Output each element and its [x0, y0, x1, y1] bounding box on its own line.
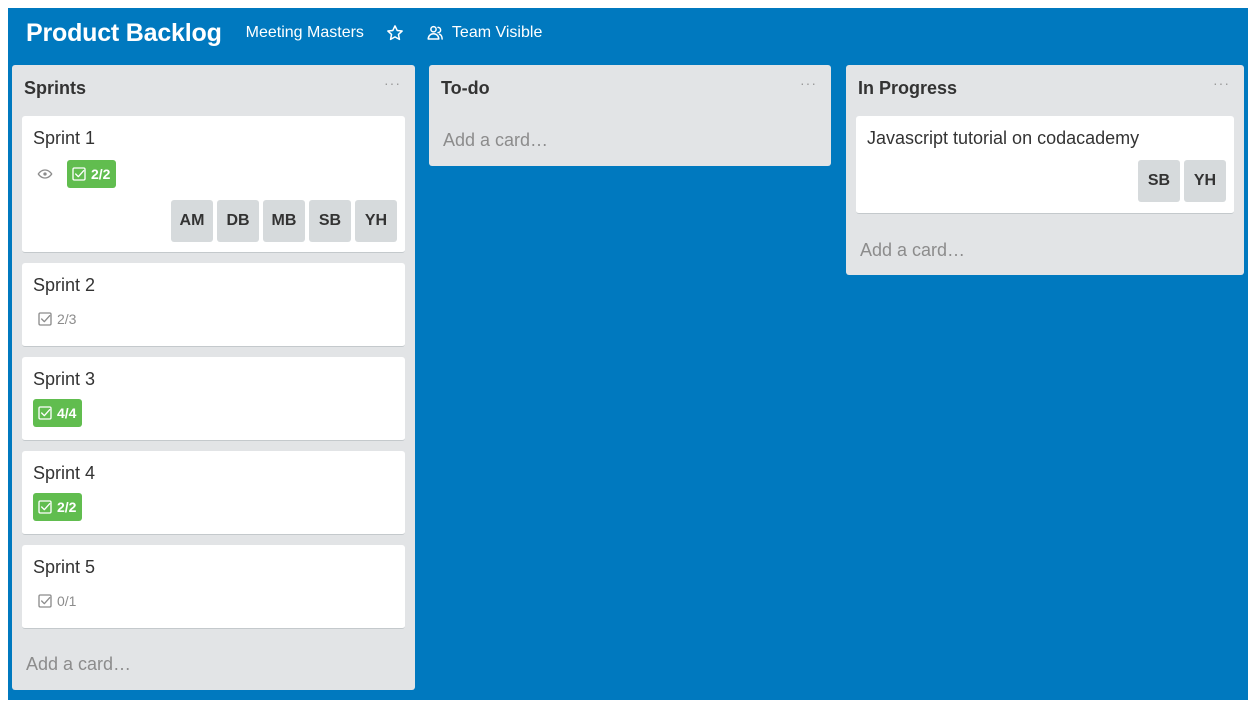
card-title: Sprint 1 — [33, 128, 96, 148]
visibility-button[interactable]: Team Visible — [426, 24, 542, 42]
checklist-count: 2/2 — [57, 499, 77, 515]
card-badges: 2/2 — [33, 160, 117, 188]
eye-icon — [37, 166, 53, 182]
card-badges: 2/3 — [33, 305, 82, 333]
card-sprint-3[interactable]: Sprint 3 4/4 — [22, 357, 405, 441]
checklist-badge: 2/2 — [67, 160, 117, 188]
add-card-button[interactable]: Add a card… — [26, 654, 131, 675]
team-icon — [426, 24, 444, 42]
card-title: Sprint 3 — [33, 369, 96, 389]
member-avatar[interactable]: SB — [1138, 160, 1180, 202]
board: Product Backlog Meeting Masters Team Vis… — [8, 8, 1248, 700]
card-sprint-2[interactable]: Sprint 2 2/3 — [22, 263, 405, 347]
visibility-label: Team Visible — [451, 24, 543, 41]
list-menu-button[interactable]: ··· — [800, 75, 817, 91]
checklist-icon — [38, 406, 52, 420]
checklist-badge: 2/3 — [33, 305, 82, 333]
checklist-count: 0/1 — [57, 593, 77, 609]
card-badges: 2/2 — [33, 493, 83, 521]
member-avatar[interactable]: SB — [309, 200, 351, 242]
board-header: Product Backlog Meeting Masters Team Vis… — [26, 18, 542, 48]
member-avatar[interactable]: YH — [355, 200, 397, 242]
list-title[interactable]: In Progress — [858, 78, 957, 99]
card-sprint-1[interactable]: Sprint 1 2/2 AM DB MB SB YH — [22, 116, 405, 253]
list-to-do: To-do ··· Add a card… — [429, 65, 831, 166]
card-sprint-5[interactable]: Sprint 5 0/1 — [22, 545, 405, 629]
list-sprints: Sprints ··· Sprint 1 2/2 AM DB MB SB YH … — [12, 65, 415, 690]
checklist-badge: 0/1 — [33, 587, 82, 615]
add-card-button[interactable]: Add a card… — [443, 130, 548, 151]
board-title[interactable]: Product Backlog — [26, 19, 222, 48]
add-card-button[interactable]: Add a card… — [860, 240, 965, 261]
card-members: AM DB MB SB YH — [167, 200, 397, 242]
card-badges: 4/4 — [33, 399, 83, 427]
member-avatar[interactable]: AM — [171, 200, 213, 242]
card-title: Javascript tutorial on codacademy — [867, 128, 1140, 148]
checklist-icon — [38, 594, 52, 608]
card-javascript-tutorial[interactable]: Javascript tutorial on codacademy SB YH — [856, 116, 1234, 214]
member-avatar[interactable]: MB — [263, 200, 305, 242]
checklist-count: 2/3 — [57, 311, 77, 327]
checklist-badge: 4/4 — [33, 399, 83, 427]
list-menu-button[interactable]: ··· — [1213, 75, 1230, 91]
card-members: SB YH — [1134, 160, 1226, 202]
card-title: Sprint 4 — [33, 463, 96, 483]
member-avatar[interactable]: DB — [217, 200, 259, 242]
list-menu-button[interactable]: ··· — [384, 75, 401, 91]
member-avatar[interactable]: YH — [1184, 160, 1226, 202]
card-title: Sprint 5 — [33, 557, 96, 577]
list-title[interactable]: To-do — [441, 78, 490, 99]
checklist-icon — [38, 500, 52, 514]
team-name-button[interactable]: Meeting Masters — [246, 24, 364, 42]
list-in-progress: In Progress ··· Javascript tutorial on c… — [846, 65, 1244, 275]
checklist-count: 2/2 — [91, 166, 111, 182]
card-title: Sprint 2 — [33, 275, 96, 295]
checklist-icon — [72, 167, 86, 181]
list-title[interactable]: Sprints — [24, 78, 86, 99]
checklist-badge: 2/2 — [33, 493, 83, 521]
checklist-icon — [38, 312, 52, 326]
card-badges: 0/1 — [33, 587, 82, 615]
star-icon[interactable] — [386, 24, 404, 42]
checklist-count: 4/4 — [57, 405, 77, 421]
card-sprint-4[interactable]: Sprint 4 2/2 — [22, 451, 405, 535]
